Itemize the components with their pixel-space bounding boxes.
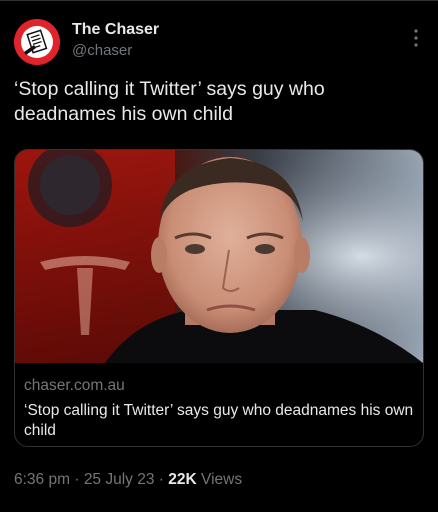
meta-separator: · (158, 471, 164, 488)
avatar[interactable] (14, 19, 60, 65)
card-title[interactable]: ‘Stop calling it Twitter’ says guy who d… (24, 401, 414, 441)
views-label: Views (201, 471, 243, 488)
tweet-time[interactable]: 6:36 pm (14, 471, 70, 488)
views-count: 22K (168, 471, 197, 488)
meta-separator: · (74, 471, 80, 488)
link-card[interactable]: chaser.com.au ‘Stop calling it Twitter’ … (14, 149, 424, 447)
article-photo (15, 150, 423, 363)
tweet-text: ‘Stop calling it Twitter’ says guy who d… (14, 78, 325, 125)
tweet[interactable]: The Chaser @chaser ‘Stop calling it Twit… (0, 0, 438, 512)
tweet-meta: 6:36 pm · 25 July 23 · 22K Views (14, 471, 242, 489)
tweet-date[interactable]: 25 July 23 (84, 471, 155, 488)
display-name[interactable]: The Chaser (72, 21, 159, 39)
user-handle[interactable]: @chaser (72, 42, 132, 59)
chaser-logo-icon (14, 19, 60, 65)
more-options-icon (414, 29, 418, 47)
card-domain[interactable]: chaser.com.au (24, 377, 125, 395)
more-options-button[interactable] (408, 27, 424, 49)
